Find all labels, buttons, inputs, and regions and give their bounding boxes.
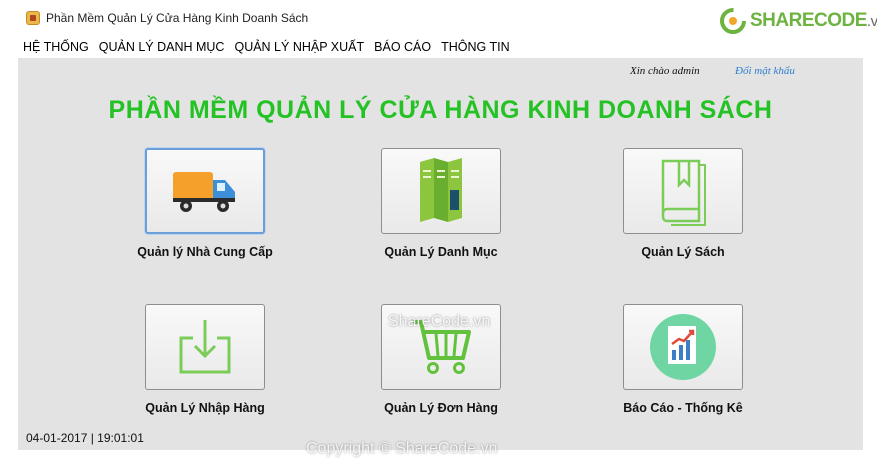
- menu-bar: HỆ THỐNG QUẢN LÝ DANH MỤC QUẢN LÝ NHẬP X…: [18, 36, 863, 58]
- menu-thong-tin[interactable]: THÔNG TIN: [436, 40, 515, 54]
- brand-tld: .vn: [866, 13, 877, 30]
- change-password-link[interactable]: Đổi mật khẩu: [735, 65, 795, 77]
- report-button[interactable]: [623, 304, 743, 390]
- supplier-button[interactable]: [145, 148, 265, 234]
- menu-he-thong[interactable]: HỆ THỐNG: [18, 40, 94, 54]
- main-panel: Xin chào admin Đổi mật khẩu PHẦN MỀM QUẢ…: [18, 58, 863, 450]
- report-chart-icon: [650, 314, 716, 380]
- menu-bao-cao[interactable]: BÁO CÁO: [369, 40, 436, 54]
- sharecode-logo-icon: [720, 8, 746, 34]
- menu-quan-ly-nhap-xuat[interactable]: QUẢN LÝ NHẬP XUẤT: [229, 40, 369, 54]
- category-label: Quản Lý Danh Mục: [384, 245, 498, 259]
- import-button[interactable]: [145, 304, 265, 390]
- title-bar: Phần Mềm Quản Lý Cửa Hàng Kinh Doanh Sác…: [0, 0, 877, 36]
- sharecode-logo: SHARECODE.vn: [720, 6, 877, 36]
- center-watermark: ShareCode.vn: [388, 313, 491, 330]
- window-edge: [863, 36, 877, 450]
- truck-icon: [173, 172, 235, 212]
- window-title: Phần Mềm Quản Lý Cửa Hàng Kinh Doanh Sác…: [46, 11, 309, 25]
- greeting-label: Xin chào admin: [630, 65, 700, 77]
- category-button[interactable]: [381, 148, 501, 234]
- import-icon: [179, 320, 231, 374]
- page-title: PHẦN MỀM QUẢN LÝ CỬA HÀNG KINH DOANH SÁC…: [108, 96, 773, 124]
- book-button[interactable]: [623, 148, 743, 234]
- book-icon: [661, 159, 706, 226]
- menu-quan-ly-danh-muc[interactable]: QUẢN LÝ DANH MỤC: [94, 40, 230, 54]
- status-datetime: 04-01-2017 | 19:01:01: [26, 431, 144, 445]
- import-label: Quản Lý Nhập Hàng: [145, 401, 265, 415]
- order-label: Quản Lý Đơn Hàng: [384, 401, 498, 415]
- bottom-watermark: Copyright © ShareCode.vn: [306, 440, 498, 457]
- supplier-label: Quản lý Nhà Cung Cấp: [137, 245, 273, 259]
- app-icon: [26, 11, 40, 25]
- brand-name: SHARECODE: [750, 10, 867, 31]
- brochure-icon: [420, 158, 462, 222]
- book-label: Quản Lý Sách: [641, 245, 725, 259]
- report-label: Báo Cáo - Thống Kê: [623, 401, 743, 415]
